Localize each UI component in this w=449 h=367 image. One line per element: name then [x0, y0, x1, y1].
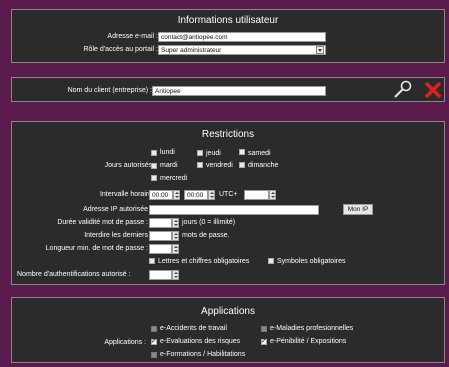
checkbox-lundi[interactable]: [151, 150, 157, 156]
chevron-down-icon[interactable]: [316, 46, 324, 54]
user-info-panel: Informations utilisateur Adresse e-mail …: [11, 9, 445, 63]
app-label-penibilite: e-Pénibilité / Expositions: [270, 338, 347, 345]
pwd-minlen-field[interactable]: [149, 244, 172, 254]
day-label-lundi: lundi: [160, 149, 175, 156]
delete-icon[interactable]: [424, 81, 442, 99]
my-ip-button[interactable]: Mon IP: [343, 204, 373, 215]
ip-label: Adresse IP autorisée: [83, 206, 148, 213]
day-label-samedi: samedi: [248, 150, 271, 157]
checkbox-mercredi[interactable]: [151, 175, 157, 181]
app-label-evaluations: e-Evaluations des risques: [160, 338, 241, 345]
checkbox-vendredi[interactable]: [197, 162, 203, 168]
days-label: Jours autorisés :: [104, 162, 156, 169]
user-info-title: Informations utilisateur: [177, 15, 279, 26]
search-icon[interactable]: [392, 80, 414, 100]
hour-end-field[interactable]: 00:00: [184, 190, 208, 200]
letters-digits-label: Lettres et chiffres obligatoires: [158, 258, 250, 265]
auth-count-stepper[interactable]: [172, 270, 179, 280]
pwd-minlen-label: Longueur min. de mot de passe :: [45, 245, 148, 252]
app-label-accidents: e-Accidents de travail: [160, 325, 227, 332]
checkbox-mardi[interactable]: [151, 163, 157, 169]
utc-stepper[interactable]: [269, 190, 276, 200]
pwd-minlen-stepper[interactable]: [172, 244, 179, 254]
forbid-last-stepper[interactable]: [172, 231, 179, 241]
forbid-last-suffix: mots de passe.: [182, 232, 230, 239]
client-panel: Nom du client (entreprise) : Antiopee: [11, 77, 445, 102]
ip-field[interactable]: [149, 205, 319, 215]
checkbox-symbols[interactable]: [268, 258, 274, 264]
day-label-mercredi: mercredi: [160, 175, 188, 182]
restrictions-panel: Restrictions Jours autorisés : lundi jeu…: [11, 121, 445, 285]
checkbox-app-evaluations[interactable]: [151, 337, 157, 345]
applications-panel: Applications Applications : e-Accidents …: [11, 297, 445, 363]
email-label: Adresse e-mail :: [107, 33, 158, 40]
checkbox-app-formations[interactable]: [151, 352, 157, 358]
applications-title: Applications: [201, 306, 255, 317]
app-label-maladies: e-Maladies profesionnelles: [270, 325, 354, 332]
day-label-mardi: mardi: [160, 162, 178, 169]
forbid-last-label: Interdire les derniers: [84, 232, 148, 239]
checkbox-app-maladies[interactable]: [261, 326, 267, 332]
role-select-value: Super administrateur: [161, 47, 222, 54]
pwd-validity-field[interactable]: [149, 218, 172, 228]
checkbox-app-penibilite[interactable]: [261, 337, 267, 345]
day-label-dimanche: dimanche: [248, 162, 279, 169]
checkbox-jeudi[interactable]: [197, 150, 203, 156]
hour-end-stepper[interactable]: [208, 190, 215, 200]
applications-label: Applications :: [104, 339, 146, 346]
symbols-label: Symboles obligatoires: [277, 258, 346, 265]
client-label: Nom du client (entreprise) :: [67, 87, 152, 94]
app-label-formations: e-Formations / Habilitations: [160, 351, 246, 358]
role-select[interactable]: Super administrateur: [158, 45, 326, 55]
email-field[interactable]: contact@antiopee.com: [158, 32, 326, 42]
client-name-field[interactable]: Antiopee: [152, 86, 326, 96]
forbid-last-field[interactable]: [149, 231, 172, 241]
utc-label: UTC+: [219, 191, 238, 198]
hour-start-stepper[interactable]: [173, 190, 180, 200]
day-label-jeudi: jeudi: [206, 150, 221, 157]
pwd-validity-label: Durée validité mot de passe :: [57, 219, 148, 226]
auth-count-field[interactable]: [149, 270, 172, 280]
restrictions-title: Restrictions: [201, 129, 255, 140]
day-label-vendredi: vendredi: [206, 162, 233, 169]
checkbox-letters-digits[interactable]: [149, 258, 155, 264]
hours-label: Intervalle horaire :: [99, 191, 156, 198]
hour-start-field[interactable]: 00:00: [149, 190, 173, 200]
checkbox-app-accidents[interactable]: [151, 326, 157, 332]
utc-field[interactable]: [244, 190, 269, 200]
pwd-validity-suffix: jours (0 = illimité): [182, 219, 236, 226]
role-label: Rôle d'accès au portail :: [83, 46, 159, 53]
pwd-validity-stepper[interactable]: [172, 218, 179, 228]
checkbox-dimanche[interactable]: [239, 162, 245, 168]
auth-count-label: Nombre d'authentifications autorisé :: [17, 271, 131, 278]
checkbox-samedi[interactable]: [239, 149, 245, 155]
